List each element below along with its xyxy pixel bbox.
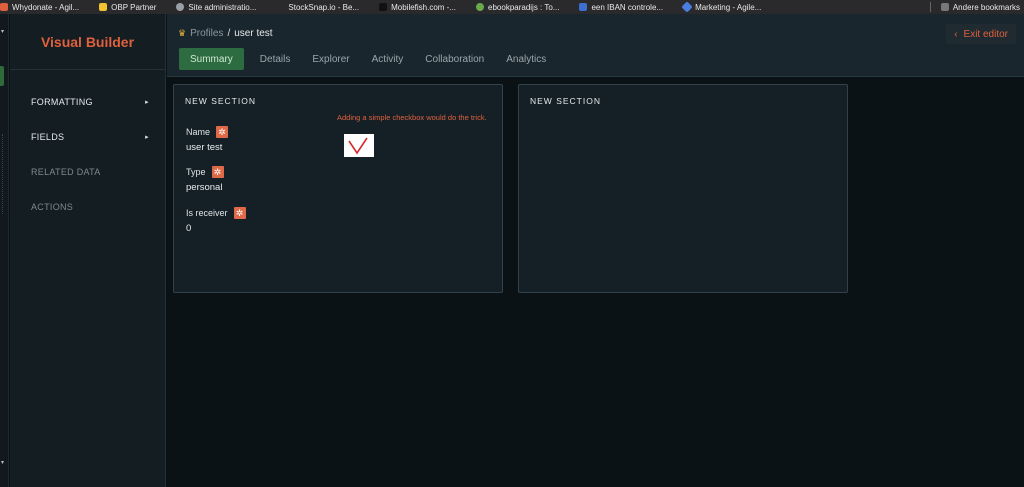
field-label-row: Name ✲ <box>186 126 229 138</box>
field-value: 0 <box>186 223 192 234</box>
tab-analytics[interactable]: Analytics <box>496 48 556 70</box>
bookmark-icon <box>276 3 285 11</box>
bookmark-mobilefish[interactable]: Mobilefish.com -... <box>379 3 456 12</box>
bookmark-whydonate[interactable]: Whydonate - Agil... <box>0 3 79 12</box>
folder-icon <box>940 3 949 11</box>
bookmark-ebookparadijs[interactable]: ebookparadijs : To... <box>476 3 559 12</box>
gear-icon[interactable]: ✲ <box>211 166 224 178</box>
tab-summary[interactable]: Summary <box>179 48 244 70</box>
gear-icon[interactable]: ✲ <box>233 207 246 219</box>
sidebar: Visual Builder FORMATTING ▸ FIELDS ▸ REL… <box>10 14 166 487</box>
exit-editor-button[interactable]: ‹ Exit editor <box>946 24 1016 44</box>
field-label: Name <box>186 127 211 137</box>
bookmark-icon <box>476 3 485 11</box>
left-strip: ▾ ▾ <box>0 14 9 487</box>
page-header: ♛ Profiles / user test Summary Details E… <box>167 14 1024 77</box>
bookmark-marketing[interactable]: Marketing - Agile... <box>681 1 761 13</box>
bookmark-icon <box>0 3 8 11</box>
bookmark-stocksnap[interactable]: StockSnap.io - Be... <box>276 3 359 12</box>
sidebar-item-formatting[interactable]: FORMATTING ▸ <box>10 84 165 119</box>
chevron-right-icon: ▸ <box>145 133 149 141</box>
sidebar-item-label: ACTIONS <box>31 201 74 212</box>
field-label-row: Type ✲ <box>186 166 224 178</box>
field-label: Type <box>186 167 206 177</box>
gear-icon[interactable]: ✲ <box>216 126 229 138</box>
section-title: NEW SECTION <box>185 96 256 106</box>
other-bookmarks[interactable]: Andere bookmarks <box>923 0 1020 14</box>
field-name[interactable]: Name ✲ user test <box>186 126 229 153</box>
sidebar-item-label: FORMATTING <box>31 96 93 107</box>
sidebar-item-label: RELATED DATA <box>31 166 101 177</box>
field-type[interactable]: Type ✲ personal <box>186 166 224 193</box>
breadcrumb-profiles-link[interactable]: Profiles <box>190 28 223 39</box>
section-panel[interactable]: NEW SECTION Name ✲ user test Type ✲ pers… <box>173 84 503 293</box>
sidebar-item-related-data[interactable]: RELATED DATA <box>10 154 165 189</box>
field-value: personal <box>186 182 223 193</box>
sidebar-title: Visual Builder <box>10 14 165 70</box>
section-panel[interactable]: NEW SECTION <box>518 84 848 293</box>
tab-explorer[interactable]: Explorer <box>302 48 359 70</box>
crown-icon: ♛ <box>178 28 187 38</box>
bookmark-icon <box>379 3 388 11</box>
annotation-note: Adding a simple checkbox would do the tr… <box>337 113 487 122</box>
bookmark-obp-partner[interactable]: OBP Partner <box>99 3 156 12</box>
sidebar-item-fields[interactable]: FIELDS ▸ <box>10 119 165 154</box>
bookmark-icon <box>176 3 185 11</box>
active-indicator <box>0 66 4 86</box>
bookmarks-bar: Whydonate - Agil... OBP Partner Site adm… <box>0 0 1024 14</box>
field-is-receiver[interactable]: Is receiver ✲ 0 <box>186 207 246 234</box>
sidebar-item-actions[interactable]: ACTIONS <box>10 189 165 224</box>
sidebar-item-label: FIELDS <box>31 131 65 142</box>
bookmark-icon <box>681 1 693 13</box>
caret-down-icon[interactable]: ▾ <box>1 459 4 466</box>
bookmark-icon <box>99 3 108 11</box>
bookmarks-separator <box>929 2 931 12</box>
tab-collaboration[interactable]: Collaboration <box>415 48 494 70</box>
chevron-right-icon: ▸ <box>145 98 149 106</box>
field-label: Is receiver <box>186 208 228 218</box>
tab-details[interactable]: Details <box>250 48 301 70</box>
breadcrumb-current: user test <box>234 28 273 39</box>
section-title: NEW SECTION <box>530 96 601 106</box>
exit-editor-label: Exit editor <box>963 28 1008 40</box>
bookmark-icon <box>579 3 588 11</box>
field-label-row: Is receiver ✲ <box>186 207 246 219</box>
bookmark-site-administration[interactable]: Site administratio... <box>176 3 256 12</box>
chevron-left-icon: ‹ <box>954 28 958 40</box>
tab-activity[interactable]: Activity <box>362 48 414 70</box>
checkmark-icon <box>344 134 374 157</box>
field-value: user test <box>186 142 223 153</box>
dotted-divider <box>2 134 3 214</box>
bookmark-iban-controle[interactable]: een IBAN controle... <box>579 3 663 12</box>
caret-down-icon[interactable]: ▾ <box>1 28 4 35</box>
breadcrumb: ♛ Profiles / user test <box>178 28 273 39</box>
checkmark-icon-svg <box>348 137 368 154</box>
tab-bar: Summary Details Explorer Activity Collab… <box>179 48 558 70</box>
breadcrumb-separator: / <box>227 28 231 39</box>
